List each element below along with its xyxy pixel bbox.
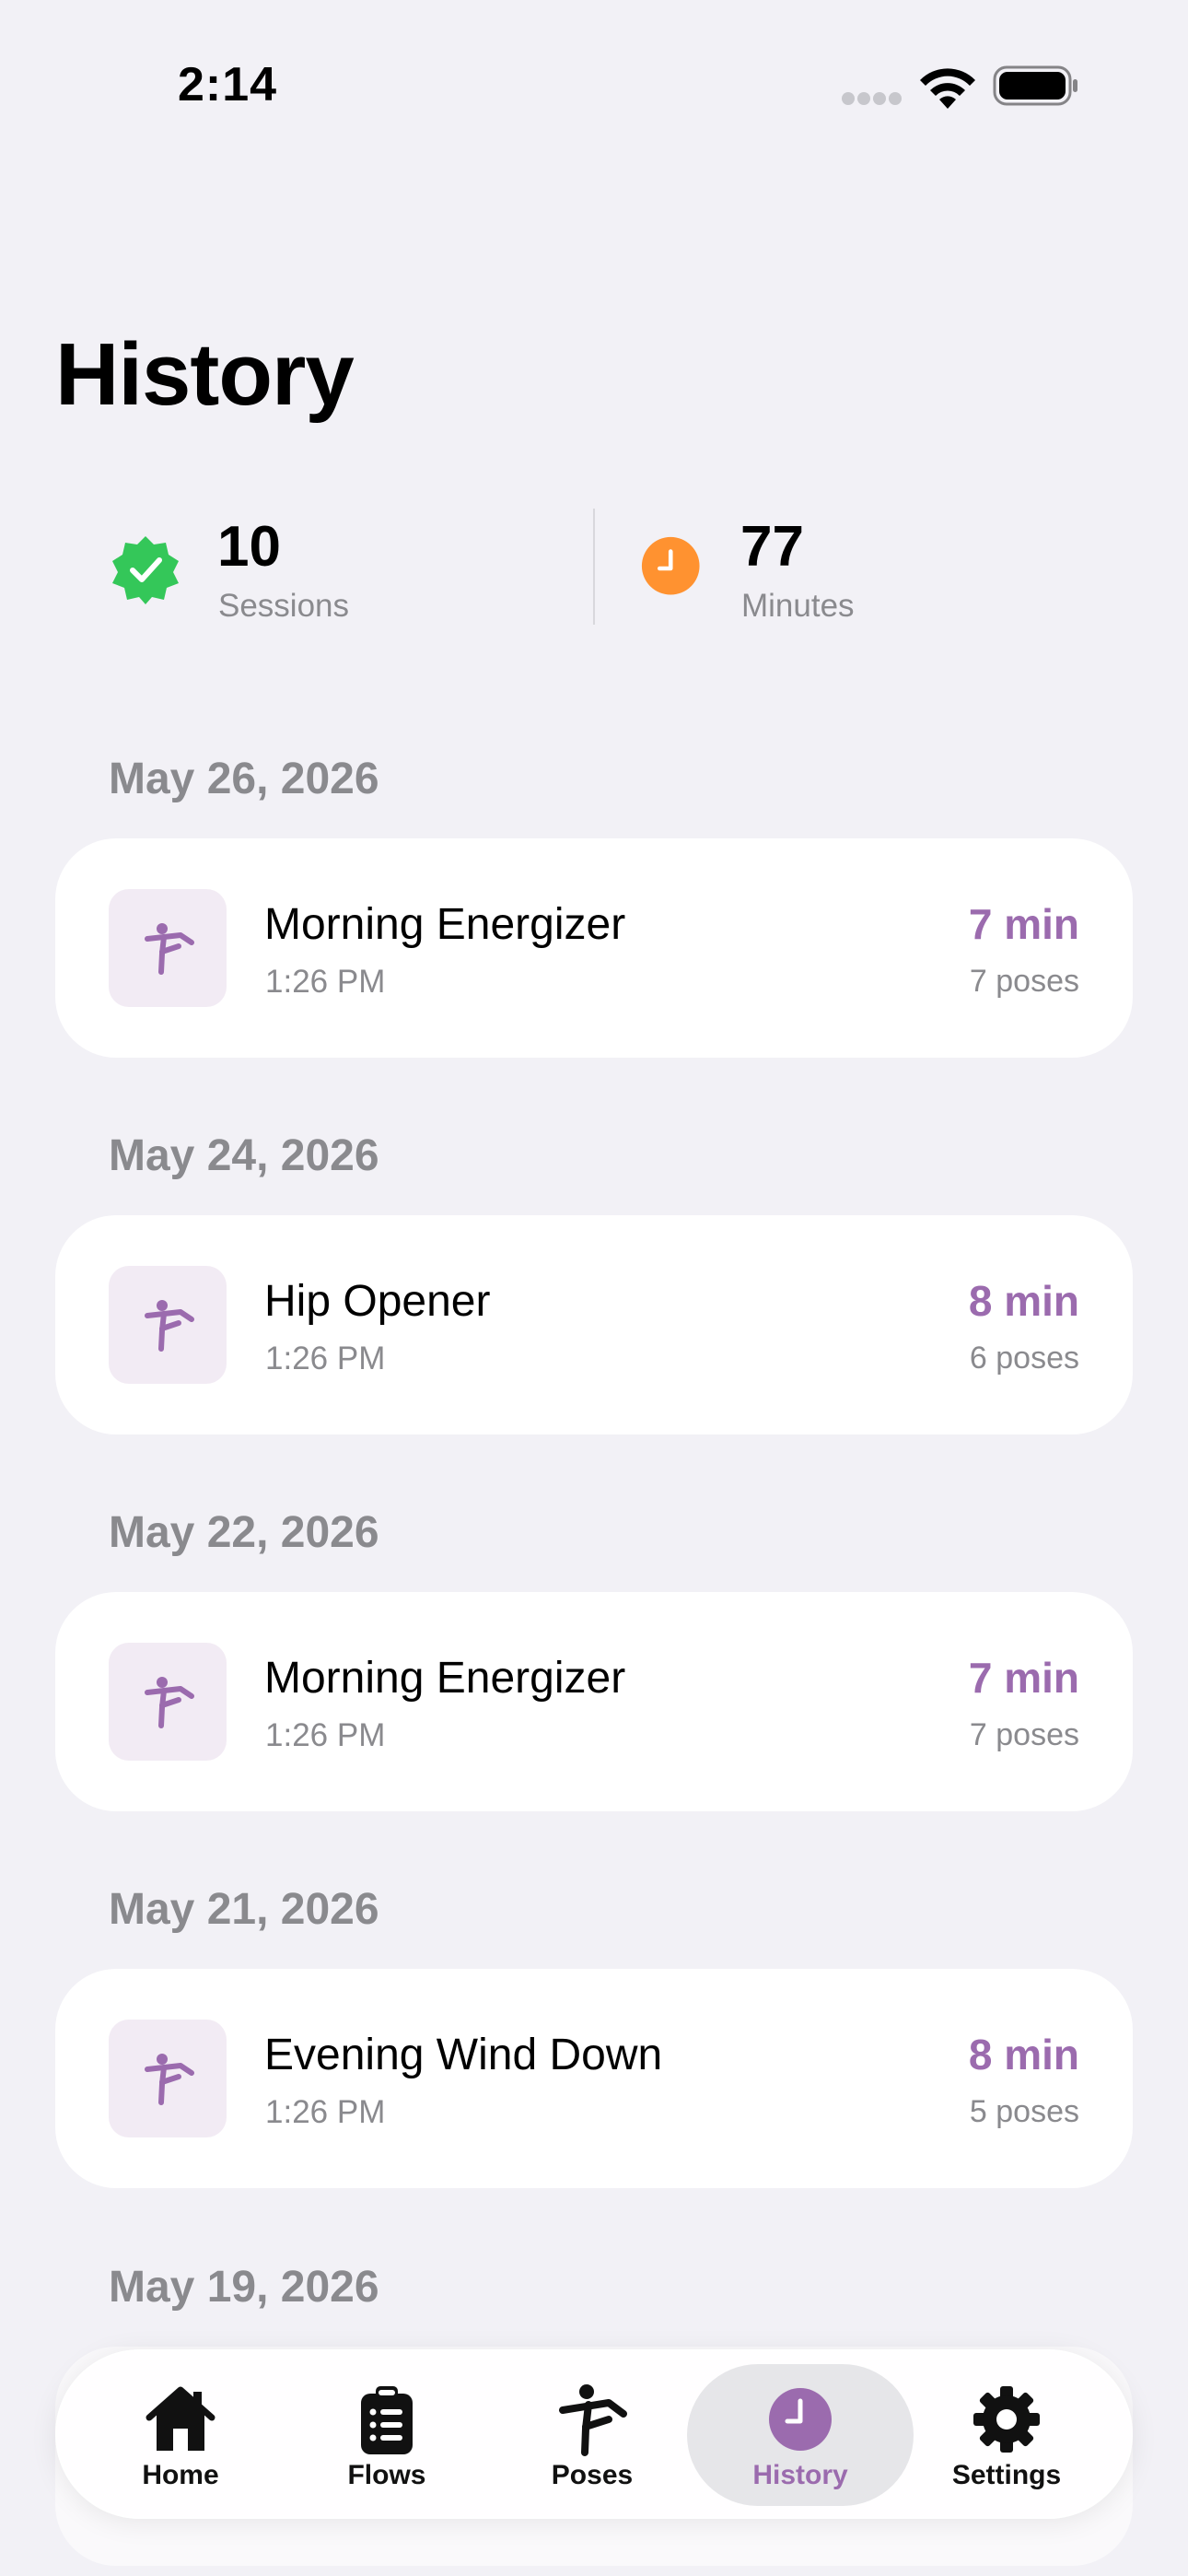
yoga-pose-icon (145, 2054, 194, 2105)
session-time: 1:26 PM (265, 1717, 386, 1753)
yoga-pose-icon (145, 1300, 194, 1352)
session-duration: 8 min (968, 1277, 1079, 1325)
house-icon (146, 2386, 215, 2451)
session-thumbnail (109, 889, 227, 1007)
tab-label: History (752, 2460, 848, 2490)
session-title: Morning Energizer (264, 1654, 626, 1703)
session-title: Morning Energizer (264, 900, 626, 949)
session-pose-count: 7 poses (969, 1717, 1079, 1752)
yoga-pose-icon (145, 923, 194, 975)
tab-label: Home (142, 2460, 219, 2490)
session-card[interactable]: Morning Energizer 1:26 PM 7 min 7 poses (55, 1592, 1133, 1811)
tab-settings[interactable]: Settings (914, 2349, 1099, 2519)
page-title: History (55, 325, 355, 424)
session-pose-count: 5 poses (969, 2094, 1079, 2129)
clock-icon (641, 536, 700, 595)
stats-divider (593, 509, 595, 625)
session-thumbnail (109, 2020, 227, 2137)
tab-label: Flows (347, 2460, 426, 2490)
clock-icon (769, 2388, 832, 2451)
session-card[interactable]: Hip Opener 1:26 PM 8 min 6 poses (55, 1215, 1133, 1434)
date-header: May 24, 2026 (109, 1131, 379, 1180)
sessions-count: 10 (217, 515, 281, 579)
session-pose-count: 6 poses (969, 1341, 1079, 1376)
session-time: 1:26 PM (265, 1341, 386, 1376)
checkmark-seal-icon (112, 536, 179, 604)
yoga-pose-icon (145, 1677, 194, 1728)
session-card[interactable]: Evening Wind Down 1:26 PM 8 min 5 poses (55, 1969, 1133, 2188)
session-title: Evening Wind Down (264, 2031, 663, 2079)
session-pose-count: 7 poses (969, 964, 1079, 999)
session-card[interactable]: Morning Energizer 1:26 PM 7 min 7 poses (55, 838, 1133, 1058)
tab-bar: Home Flows Poses History Settings (55, 2349, 1133, 2519)
date-header: May 21, 2026 (109, 1885, 379, 1934)
session-thumbnail (109, 1643, 227, 1761)
date-header: May 22, 2026 (109, 1508, 379, 1557)
minutes-count: 77 (740, 515, 804, 579)
tab-flows[interactable]: Flows (295, 2349, 479, 2519)
session-thumbnail (109, 1266, 227, 1384)
tab-poses[interactable]: Poses (500, 2349, 684, 2519)
sessions-label: Sessions (218, 588, 350, 624)
gear-icon (973, 2386, 1040, 2453)
session-time: 1:26 PM (265, 2094, 386, 2130)
yoga-pose-icon (559, 2384, 627, 2456)
tab-history[interactable]: History (708, 2349, 892, 2519)
sessions-stat: 10 Sessions (111, 507, 589, 636)
session-time: 1:26 PM (265, 964, 386, 1000)
date-header: May 26, 2026 (109, 755, 379, 803)
cellular-signal-icon (842, 92, 903, 105)
status-bar: 2:14 (0, 0, 1188, 175)
session-duration: 8 min (968, 2031, 1079, 2078)
tab-label: Poses (551, 2460, 634, 2490)
date-header: May 19, 2026 (109, 2263, 379, 2312)
session-duration: 7 min (968, 1654, 1079, 1702)
wifi-icon (920, 68, 975, 109)
minutes-label: Minutes (741, 588, 855, 624)
session-title: Hip Opener (264, 1277, 491, 1326)
status-time: 2:14 (178, 58, 278, 111)
tab-label: Settings (951, 2460, 1062, 2490)
battery-icon (993, 65, 1077, 106)
session-duration: 7 min (968, 900, 1079, 948)
minutes-stat: 77 Minutes (641, 507, 1120, 636)
clipboard-list-icon (361, 2386, 413, 2454)
tab-home[interactable]: Home (88, 2349, 273, 2519)
